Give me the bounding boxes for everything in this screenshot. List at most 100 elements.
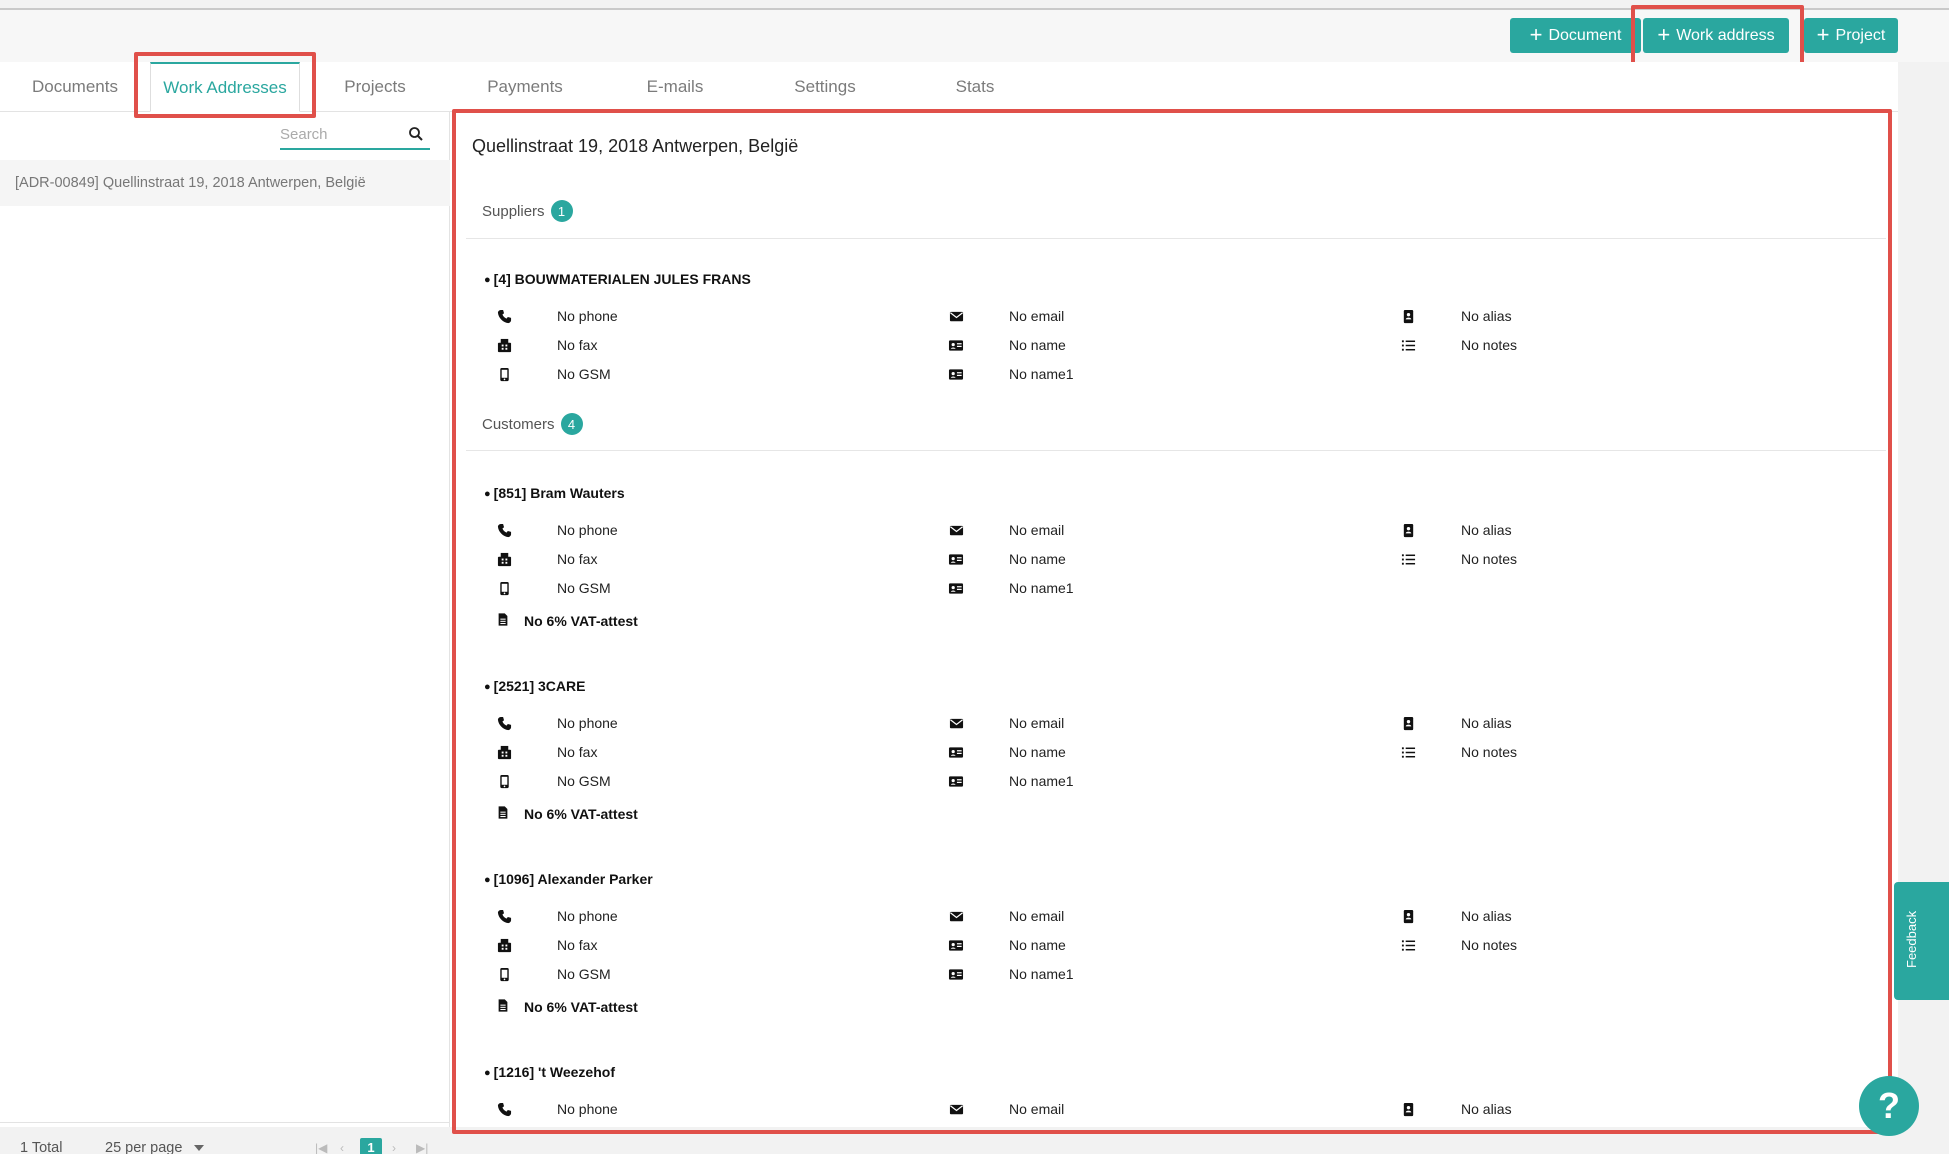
divider: [466, 238, 1886, 239]
contact-alias-value: No alias: [1461, 908, 1512, 924]
fax-icon: [496, 337, 512, 353]
contact-fax-value: No fax: [557, 337, 598, 353]
contact-email: No email: [948, 522, 1064, 538]
tab-settings[interactable]: Settings: [770, 62, 880, 112]
email-icon: [948, 1101, 964, 1117]
phone-icon: [496, 715, 512, 731]
fax-icon: [496, 551, 512, 567]
notes-icon: [1400, 337, 1416, 353]
contact-alias-value: No alias: [1461, 308, 1512, 324]
contact-phone-value: No phone: [557, 1101, 618, 1117]
contact-card-icon: [948, 366, 964, 382]
tab-projects[interactable]: Projects: [320, 62, 430, 112]
tab-work-addresses[interactable]: Work Addresses: [150, 62, 300, 112]
contact-card-icon: [948, 337, 964, 353]
contact-contact-name1: No name1: [948, 580, 1074, 596]
contact-notes-value: No notes: [1461, 337, 1518, 353]
mobile-icon: [496, 773, 512, 789]
contact-contact-name1: No name1: [948, 773, 1074, 789]
alias-icon: [1400, 715, 1416, 731]
per-page-select[interactable]: 25 per page: [105, 1140, 205, 1154]
contact-contact-name1-value: No name1: [1009, 366, 1074, 382]
contact-alias-value: No alias: [1461, 715, 1512, 731]
vat-attest-value: No 6% VAT-attest: [524, 999, 638, 1015]
contact-gsm: No GSM: [496, 773, 611, 789]
contact-alias: No alias: [1400, 908, 1512, 924]
mobile-icon: [496, 966, 512, 982]
plus-icon: +: [1529, 21, 1543, 47]
tab-payments[interactable]: Payments: [470, 62, 580, 112]
email-icon: [948, 308, 964, 324]
contact-fax-value: No fax: [557, 551, 598, 567]
contact-contact-name: No name: [948, 337, 1066, 353]
help-button[interactable]: ?: [1859, 1076, 1919, 1136]
contact-contact-name: No name: [948, 937, 1066, 953]
contact-email: No email: [948, 715, 1064, 731]
add-project-button[interactable]: + Project: [1804, 18, 1898, 53]
contact-name: [2521] 3CARE: [484, 678, 586, 694]
contact-contact-name: No name: [948, 551, 1066, 567]
search-field: [280, 122, 430, 150]
contact-phone: No phone: [496, 308, 618, 324]
add-work-address-button[interactable]: + Work address: [1643, 18, 1789, 53]
contact-phone-value: No phone: [557, 522, 618, 538]
customers-heading: Customers 4: [482, 413, 583, 435]
contact-email-value: No email: [1009, 715, 1065, 731]
alias-icon: [1400, 308, 1416, 324]
contact-fax: No fax: [496, 337, 597, 353]
alias-icon: [1400, 1101, 1416, 1117]
last-page-icon[interactable]: ▶|: [416, 1141, 428, 1154]
divider: [466, 450, 1886, 451]
contact-gsm-value: No GSM: [557, 366, 611, 382]
contact-card-icon: [948, 580, 964, 596]
prev-page-icon[interactable]: ‹: [340, 1141, 344, 1154]
tab-stats[interactable]: Stats: [920, 62, 1030, 112]
contact-gsm-value: No GSM: [557, 580, 611, 596]
app-panel: Documents Work Addresses Projects Paymen…: [0, 62, 1898, 1154]
vat-attest-value: No 6% VAT-attest: [524, 806, 638, 822]
contact-contact-name-value: No name: [1009, 551, 1066, 567]
contact-email-value: No email: [1009, 908, 1065, 924]
contact-gsm: No GSM: [496, 366, 611, 382]
contact-notes: No notes: [1400, 551, 1517, 567]
contact-alias-value: No alias: [1461, 1101, 1512, 1117]
contact-name: [851] Bram Wauters: [484, 485, 625, 501]
tab-e-mails[interactable]: E-mails: [620, 62, 730, 112]
pagination: 1 Total 25 per page |◀ ‹ 1 › ▶|: [0, 1122, 450, 1154]
contact-alias: No alias: [1400, 715, 1512, 731]
contact-gsm: No GSM: [496, 580, 611, 596]
next-page-icon[interactable]: ›: [392, 1141, 396, 1154]
phone-icon: [496, 1101, 512, 1117]
contact-notes: No notes: [1400, 937, 1517, 953]
contact-gsm: No GSM: [496, 966, 611, 982]
plus-icon: +: [1657, 21, 1671, 47]
address-list-item[interactable]: [ADR-00849] Quellinstraat 19, 2018 Antwe…: [0, 160, 450, 206]
vat-attest: No 6% VAT-attest: [496, 998, 638, 1016]
contact-contact-name-value: No name: [1009, 337, 1066, 353]
contact-phone-value: No phone: [557, 308, 618, 324]
contact-contact-name1-value: No name1: [1009, 580, 1074, 596]
document-icon: [496, 998, 510, 1016]
page-1-button[interactable]: 1: [360, 1137, 382, 1154]
chevron-down-icon: [194, 1144, 205, 1151]
tab-bar: Documents Work Addresses Projects Paymen…: [0, 62, 1898, 112]
contact-phone-value: No phone: [557, 715, 618, 731]
search-icon[interactable]: [408, 126, 424, 142]
notes-icon: [1400, 551, 1416, 567]
contact-name: [1216] 't Weezehof: [484, 1064, 615, 1080]
search-input[interactable]: [280, 122, 400, 146]
fax-icon: [496, 744, 512, 760]
contact-email-value: No email: [1009, 308, 1065, 324]
tab-documents[interactable]: Documents: [16, 62, 134, 112]
vat-attest-value: No 6% VAT-attest: [524, 613, 638, 629]
phone-icon: [496, 908, 512, 924]
plus-icon: +: [1816, 21, 1830, 47]
phone-icon: [496, 308, 512, 324]
first-page-icon[interactable]: |◀: [315, 1141, 327, 1154]
contact-alias-value: No alias: [1461, 522, 1512, 538]
address-list-panel: [ADR-00849] Quellinstraat 19, 2018 Antwe…: [0, 112, 450, 1154]
feedback-tab[interactable]: Feedback: [1894, 882, 1949, 1000]
contact-contact-name1: No name1: [948, 966, 1074, 982]
contact-phone: No phone: [496, 908, 618, 924]
add-document-button[interactable]: + Document: [1510, 18, 1641, 53]
